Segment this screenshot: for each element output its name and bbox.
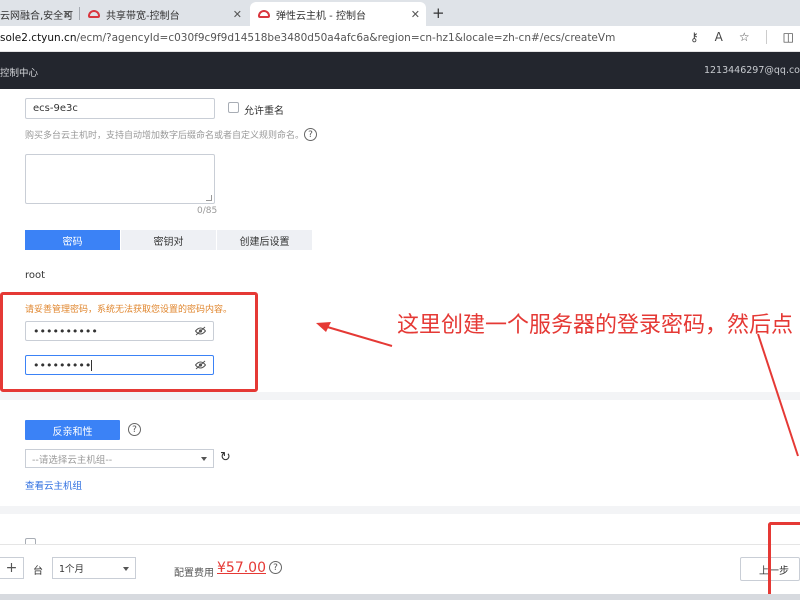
browser-tab-1[interactable]: 云网融合,安全可 ✕ xyxy=(0,2,78,26)
tab-title: 共享带宽-控制台 xyxy=(106,10,180,22)
duration-select[interactable]: 1个月 xyxy=(52,557,136,579)
split-screen-icon[interactable]: ◫ xyxy=(783,30,794,44)
address-bar: sole2.ctyun.cn/ecm/?agencyId=c030f9c9f9d… xyxy=(0,26,800,52)
browser-tab-3-active[interactable]: 弹性云主机 - 控制台 ✕ xyxy=(250,2,426,26)
instance-name-input[interactable]: ecs-9e3c xyxy=(25,98,215,119)
allow-duplicate-checkbox[interactable] xyxy=(228,102,239,113)
anti-affinity-button[interactable]: 反亲和性 xyxy=(25,420,120,440)
description-textarea[interactable] xyxy=(25,154,215,204)
price-value: ¥57.00 xyxy=(217,560,266,576)
host-group-placeholder: --请选择云主机组-- xyxy=(32,454,113,466)
tab-password[interactable]: 密码 xyxy=(25,230,120,250)
allow-duplicate-label: 允许重名 xyxy=(244,106,284,117)
close-tab-icon[interactable]: ✕ xyxy=(233,8,242,21)
browser-tab-2[interactable]: 共享带宽-控制台 ✕ xyxy=(80,2,248,26)
tab-set-after-create[interactable]: 创建后设置 xyxy=(217,230,312,250)
url-path: /ecm/?agencyId=c030f9c9f9d14518be3480d50… xyxy=(76,32,616,44)
naming-hint: 购买多台云主机时，支持自动增加数字后缀命名或者自定义规则命名。 xyxy=(25,131,305,141)
close-tab-icon[interactable]: ✕ xyxy=(411,8,420,21)
taskbar-strip xyxy=(0,594,800,600)
cloud-logo-icon xyxy=(88,10,100,18)
tab-title: 弹性云主机 - 控制台 xyxy=(276,10,366,22)
close-tab-icon[interactable]: ✕ xyxy=(63,8,72,21)
tab-key-pair[interactable]: 密钥对 xyxy=(121,230,216,250)
console-title[interactable]: 控制中心 xyxy=(0,65,38,79)
browser-tab-strip: 云网融合,安全可 ✕ 共享带宽-控制台 ✕ 弹性云主机 - 控制台 ✕ + xyxy=(0,0,800,26)
next-section-panel xyxy=(0,514,800,544)
refresh-icon[interactable]: ↻ xyxy=(220,450,231,465)
favorite-icon[interactable]: ☆ xyxy=(739,30,750,44)
username-value: root xyxy=(25,270,46,281)
description-counter: 0/85 xyxy=(197,206,218,216)
help-icon[interactable]: ? xyxy=(128,423,141,436)
url-host: sole2.ctyun.cn xyxy=(0,32,77,44)
browser-toolbar-icons: ⚷ A ☆ ◫ xyxy=(690,30,800,44)
footer-bar: + 台 1个月 配置费用 ¥57.00 ? 上一步 xyxy=(0,544,800,594)
help-icon[interactable]: ? xyxy=(269,561,282,574)
cloud-logo-icon xyxy=(258,10,270,18)
user-account[interactable]: 1213446297@qq.co xyxy=(704,65,800,76)
host-group-select[interactable]: --请选择云主机组-- xyxy=(25,449,214,468)
help-icon[interactable]: ? xyxy=(304,128,317,141)
read-aloud-icon[interactable]: A xyxy=(715,30,723,44)
resize-grip[interactable] xyxy=(206,195,212,201)
key-icon[interactable]: ⚷ xyxy=(690,30,699,44)
next-button-highlight-box xyxy=(768,522,800,600)
duration-value: 1个月 xyxy=(59,564,85,575)
toolbar-divider xyxy=(765,30,767,44)
chevron-down-icon xyxy=(201,457,207,461)
new-tab-button[interactable]: + xyxy=(432,4,445,22)
password-highlight-box xyxy=(0,292,258,392)
chevron-down-icon xyxy=(123,567,129,571)
quantity-plus-button[interactable]: + xyxy=(0,557,24,579)
url-field[interactable]: sole2.ctyun.cn/ecm/?agencyId=c030f9c9f9d… xyxy=(0,32,615,44)
fee-label: 配置费用 xyxy=(174,568,214,579)
view-host-groups-link[interactable]: 查看云主机组 xyxy=(25,478,82,492)
annotation-text: 这里创建一个服务器的登录密码，然后点 xyxy=(397,313,794,338)
quantity-unit: 台 xyxy=(33,566,43,577)
console-header: 控制中心 1213446297@qq.co xyxy=(0,52,800,89)
